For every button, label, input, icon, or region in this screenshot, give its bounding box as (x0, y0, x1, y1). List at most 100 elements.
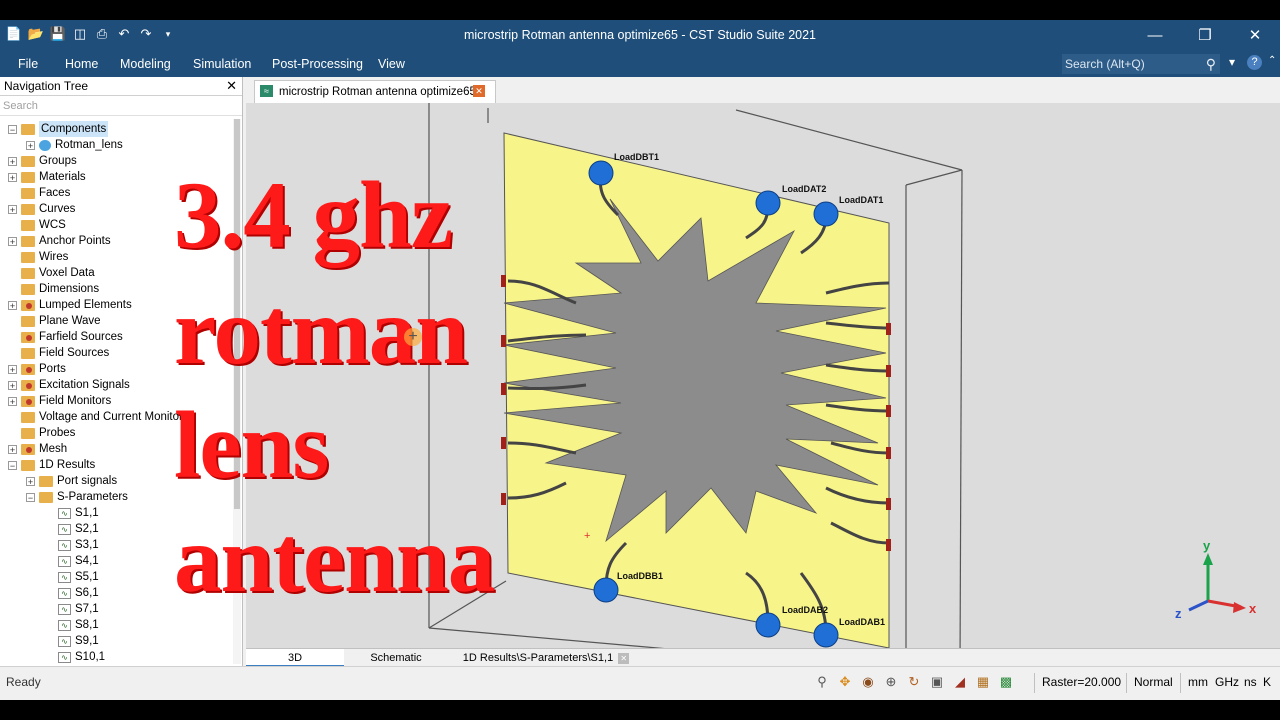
collapse-icon[interactable]: − (8, 124, 17, 134)
tree-item-rotman-lens[interactable]: + Rotman_lens (26, 137, 123, 153)
tab-3d[interactable]: 3D (246, 649, 344, 667)
expand-icon[interactable]: + (8, 364, 17, 374)
port-disc-loaddat1[interactable] (813, 201, 839, 227)
help-icon[interactable]: ? (1247, 55, 1262, 70)
collapse-icon[interactable]: − (8, 460, 17, 470)
tree-item-s81[interactable]: ∿ S8,1 (58, 617, 99, 633)
menu-view[interactable]: View (378, 57, 405, 71)
port-label-loaddbb1: LoadDBB1 (617, 571, 663, 581)
close-panel-icon[interactable]: ✕ (226, 77, 237, 95)
port-disc-loaddat2[interactable] (755, 190, 781, 216)
close-window-button[interactable]: ✕ (1230, 20, 1280, 50)
tree-item-s91[interactable]: ∿ S9,1 (58, 633, 99, 649)
expand-icon[interactable]: + (8, 444, 17, 454)
tree-item-s51[interactable]: ∿ S5,1 (58, 569, 99, 585)
folder-icon (21, 427, 35, 439)
unit-length[interactable]: mm (1188, 675, 1208, 689)
tree-item-port-signals[interactable]: + Port signals (26, 473, 117, 489)
cut-plane-icon[interactable]: ◢ (951, 673, 969, 691)
tree-item-plane-wave[interactable]: Plane Wave (8, 313, 101, 329)
tree-item-materials[interactable]: + Materials (8, 169, 86, 185)
unit-frequency[interactable]: GHz (1215, 675, 1239, 689)
expand-icon[interactable]: + (26, 140, 35, 150)
tree-item-s-parameters[interactable]: − S-Parameters (26, 489, 128, 505)
tab-s11-result[interactable]: 1D Results\S-Parameters\S1,1 ✕ (451, 649, 641, 667)
raster-readout: Raster=20.000 (1042, 675, 1122, 689)
minimize-button[interactable]: — (1130, 20, 1180, 50)
view-tools: ⚲ ✥ ◉ ⊕ ↻ ▣ ◢ ▦ ▩ (813, 673, 1015, 691)
expand-icon[interactable]: + (8, 380, 17, 390)
nav-search-input[interactable]: Search (0, 97, 242, 116)
ribbon-dropdown-icon[interactable]: ▾ (1229, 55, 1235, 69)
restore-button[interactable]: ❐ (1180, 20, 1230, 50)
tree-item-probes[interactable]: Probes (8, 425, 75, 441)
zoom-fit-icon[interactable]: ⊕ (882, 673, 900, 691)
tree-item-wcs[interactable]: WCS (8, 217, 66, 233)
expand-icon[interactable]: + (8, 236, 17, 246)
rotate-view-icon[interactable]: ◉ (859, 673, 877, 691)
menu-modeling[interactable]: Modeling (120, 57, 171, 71)
tree-item-s101[interactable]: ∿ S10,1 (58, 649, 105, 665)
port-disc-loaddbb1[interactable] (593, 577, 619, 603)
tree-item-faces[interactable]: Faces (8, 185, 70, 201)
collapse-icon[interactable]: − (26, 492, 35, 502)
tree-item-dimensions[interactable]: Dimensions (8, 281, 99, 297)
tree-item-s31[interactable]: ∿ S3,1 (58, 537, 99, 553)
unit-temperature[interactable]: K (1263, 675, 1271, 689)
folder-icon (21, 411, 35, 423)
expand-icon[interactable]: + (8, 300, 17, 310)
bounding-box-icon[interactable]: ▣ (928, 673, 946, 691)
tree-item-wires[interactable]: Wires (8, 249, 68, 265)
expand-icon[interactable]: + (8, 204, 17, 214)
tree-item-lumped-elements[interactable]: + Lumped Elements (8, 297, 132, 313)
menu-file[interactable]: File (18, 57, 38, 71)
tree-item-s11[interactable]: ∿ S1,1 (58, 505, 99, 521)
port-disc-loaddab2[interactable] (755, 612, 781, 638)
folder-icon (21, 379, 35, 391)
menu-post-processing[interactable]: Post-Processing (272, 57, 363, 71)
tree-item-farfield-sources[interactable]: Farfield Sources (8, 329, 123, 345)
menu-home[interactable]: Home (65, 57, 98, 71)
tab-schematic[interactable]: Schematic (346, 649, 446, 667)
view-options-icon[interactable]: ▦ (974, 673, 992, 691)
tree-item-voltage-current-monitors[interactable]: Voltage and Current Monitors (8, 409, 189, 425)
expand-icon[interactable]: + (8, 396, 17, 406)
port-disc-loaddab1[interactable] (813, 622, 839, 648)
ribbon-collapse-icon[interactable]: ⌃ (1268, 55, 1276, 66)
tree-item-ports[interactable]: + Ports (8, 361, 66, 377)
port-disc-loaddbt1[interactable] (588, 160, 614, 186)
mode-readout[interactable]: Normal (1134, 675, 1173, 689)
tree-item-field-monitors[interactable]: + Field Monitors (8, 393, 111, 409)
pan-icon[interactable]: ✥ (836, 673, 854, 691)
ribbon-search-input[interactable]: Search (Alt+Q) ⚲ (1062, 54, 1220, 74)
tree-item-voxel-data[interactable]: Voxel Data (8, 265, 95, 281)
tree-item-components[interactable]: − Components (8, 121, 109, 137)
close-tab-icon[interactable]: ✕ (618, 652, 630, 664)
unit-time[interactable]: ns (1244, 675, 1257, 689)
document-tab[interactable]: ≈ microstrip Rotman antenna optimize65 ✕ (254, 80, 496, 103)
close-tab-icon[interactable]: ✕ (473, 85, 485, 97)
wcs-icon[interactable]: ▩ (997, 673, 1015, 691)
folder-icon (21, 299, 35, 311)
zoom-icon[interactable]: ⚲ (813, 673, 831, 691)
folder-open-icon (39, 491, 53, 503)
expand-icon[interactable]: + (26, 476, 35, 486)
tree-item-s61[interactable]: ∿ S6,1 (58, 585, 99, 601)
tree-item-s71[interactable]: ∿ S7,1 (58, 601, 99, 617)
curve-icon: ∿ (58, 651, 71, 663)
tree-item-s41[interactable]: ∿ S4,1 (58, 553, 99, 569)
expand-icon[interactable]: + (8, 172, 17, 182)
tree-item-excitation-signals[interactable]: + Excitation Signals (8, 377, 130, 393)
tree-item-anchor-points[interactable]: + Anchor Points (8, 233, 111, 249)
tree-item-mesh[interactable]: + Mesh (8, 441, 67, 457)
folder-icon (21, 251, 35, 263)
tree-item-1d-results[interactable]: −1D Results (8, 457, 95, 473)
tree-item-s21[interactable]: ∿ S2,1 (58, 521, 99, 537)
menu-simulation[interactable]: Simulation (193, 57, 251, 71)
tree-item-field-sources[interactable]: Field Sources (8, 345, 109, 361)
tree-item-groups[interactable]: + Groups (8, 153, 77, 169)
reset-view-icon[interactable]: ↻ (905, 673, 923, 691)
tree-item-curves[interactable]: + Curves (8, 201, 75, 217)
expand-icon[interactable]: + (8, 156, 17, 166)
folder-icon (21, 395, 35, 407)
